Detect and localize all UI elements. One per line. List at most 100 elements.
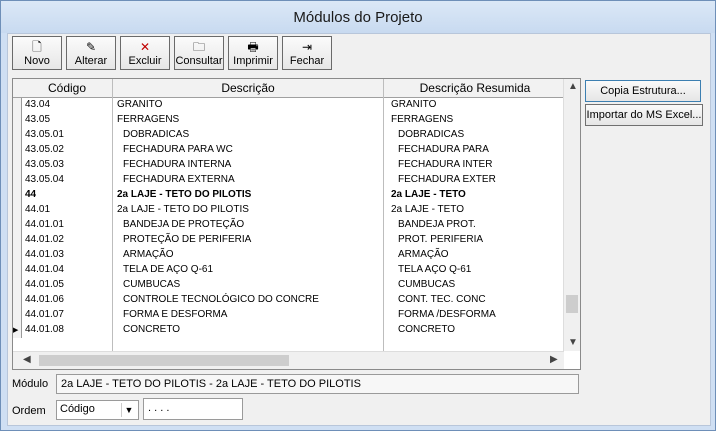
cell-descricao: CONTROLE TECNOLÓGICO DO CONCRE — [123, 294, 319, 305]
cell-descricao: FORMA E DESFORMA — [123, 309, 228, 320]
col-header-descricao-resumida[interactable]: Descrição Resumida — [385, 81, 565, 95]
table-row[interactable]: 44.01.07 FORMA E DESFORMA FORMA /DESFORMA — [13, 308, 564, 323]
col-header-codigo[interactable]: Código — [23, 81, 111, 95]
toolbar-button-label: Excluir — [128, 55, 162, 67]
table-row[interactable]: 44.01.03 ARMAÇÃO ARMAÇÃO — [13, 248, 564, 263]
table-row[interactable]: 44.01.01 BANDEJA DE PROTEÇÃO BANDEJA PROT. — [13, 218, 564, 233]
col-header-descricao[interactable]: Descrição — [113, 81, 383, 95]
consultar-button[interactable]: 🗀 Consultar — [174, 36, 224, 70]
cell-descricao: TELA DE AÇO Q-61 — [123, 264, 214, 275]
import-excel-button[interactable]: Importar do MS Excel... — [585, 104, 703, 126]
row-indicator — [13, 188, 22, 203]
table-row[interactable]: 43.05.01 DOBRADICAS DOBRADICAS — [13, 128, 564, 143]
delete-x-icon: ✕ — [139, 40, 151, 54]
cell-descricao-resumida: FORMA /DESFORMA — [398, 309, 496, 320]
copy-structure-button[interactable]: Copia Estrutura... — [585, 80, 701, 102]
cell-descricao: BANDEJA DE PROTEÇÃO — [123, 219, 245, 230]
horizontal-scroll-thumb[interactable] — [39, 355, 289, 366]
cell-descricao: 2a LAJE - TETO DO PILOTIS — [117, 204, 249, 215]
cell-codigo: 44.01.05 — [25, 279, 64, 290]
cell-descricao-resumida: BANDEJA PROT. — [398, 219, 476, 230]
cell-codigo: 44.01.04 — [25, 264, 64, 275]
novo-button[interactable]: 🗋 Novo — [12, 36, 62, 70]
imprimir-button[interactable]: 🖶 Imprimir — [228, 36, 278, 70]
cell-descricao: PROTEÇÃO DE PERIFERIA — [123, 234, 252, 245]
cell-codigo: 44.01.06 — [25, 294, 64, 305]
client-area: 🗋 Novo ✎ Alterar ✕ Excluir 🗀 Consultar 🖶 Imprimir… — [7, 33, 711, 426]
row-indicator — [13, 308, 22, 323]
scroll-right-icon[interactable]: ▶ — [550, 354, 558, 365]
horizontal-scrollbar[interactable]: ◀ ▶ — [13, 351, 564, 369]
edit-pencil-icon: ✎ — [85, 40, 97, 54]
row-indicator — [13, 233, 22, 248]
search-field[interactable]: . . . . — [143, 398, 243, 420]
row-indicator — [13, 203, 22, 218]
modules-grid[interactable]: Código Descrição Descrição Resumida 43.0… — [12, 78, 581, 370]
cell-descricao-resumida: CONT. TEC. CONC — [398, 294, 486, 305]
table-row[interactable]: 44.01.05 CUMBUCAS CUMBUCAS — [13, 278, 564, 293]
chevron-down-icon[interactable]: ▼ — [121, 403, 136, 417]
table-row[interactable]: 43.04 GRANITO GRANITO — [13, 98, 564, 113]
table-row[interactable]: 44.01.02 PROTEÇÃO DE PERIFERIA PROT. PERIF… — [13, 233, 564, 248]
cell-codigo: 43.05.03 — [25, 159, 64, 170]
cell-descricao: FECHADURA PARA WC — [123, 144, 233, 155]
toolbar-button-label: Consultar — [175, 55, 223, 67]
alterar-button[interactable]: ✎ Alterar — [66, 36, 116, 70]
cell-codigo: 43.05 — [25, 114, 51, 125]
ordem-select[interactable]: Código ▼ — [56, 400, 139, 420]
row-indicator — [13, 173, 22, 188]
table-row[interactable]: 43.05.04 FECHADURA EXTERNA FECHADURA EXTER — [13, 173, 564, 188]
table-row[interactable]: 43.05.03 FECHADURA INTERNA FECHADURA INTER — [13, 158, 564, 173]
cell-codigo: 44.01.07 — [25, 309, 64, 320]
cell-descricao-resumida: CUMBUCAS — [398, 279, 456, 290]
current-row-indicator-icon: ▶ — [13, 323, 22, 338]
cell-descricao-resumida: CONCRETO — [398, 324, 456, 335]
cell-descricao: GRANITO — [117, 99, 163, 110]
window-title: Módulos do Projeto — [293, 9, 423, 26]
cell-descricao-resumida: ARMAÇÃO — [398, 249, 449, 260]
cell-descricao-resumida: PROT. PERIFERIA — [398, 234, 484, 245]
fechar-button[interactable]: ⇥ Fechar — [282, 36, 332, 70]
cell-codigo: 44.01.01 — [25, 219, 64, 230]
cell-descricao: ARMAÇÃO — [123, 249, 174, 260]
table-row[interactable]: 44.01 2a LAJE - TETO DO PILOTIS 2a LAJE - … — [13, 203, 564, 218]
vertical-scroll-thumb[interactable] — [566, 295, 578, 313]
cell-descricao-resumida: DOBRADICAS — [398, 129, 465, 140]
cell-descricao-resumida: 2a LAJE - TETO — [391, 189, 466, 200]
printer-icon: 🖶 — [247, 40, 259, 54]
toolbar-button-label: Imprimir — [233, 55, 273, 67]
cell-descricao: DOBRADICAS — [123, 129, 190, 140]
table-row[interactable]: 44.01.06 CONTROLE TECNOLÓGICO DO CONCRE CO… — [13, 293, 564, 308]
title-bar[interactable]: Módulos do Projeto — [1, 1, 715, 33]
table-row[interactable]: 43.05 FERRAGENS FERRAGENS — [13, 113, 564, 128]
cell-descricao-resumida: 2a LAJE - TETO — [391, 204, 464, 215]
toolbar-button-label: Alterar — [74, 55, 108, 67]
excluir-button[interactable]: ✕ Excluir — [120, 36, 170, 70]
vertical-scrollbar[interactable]: ▲ ▼ — [563, 79, 580, 351]
cell-descricao: CONCRETO — [123, 324, 181, 335]
cell-codigo: 44 — [25, 189, 37, 200]
scroll-left-icon[interactable]: ◀ — [23, 354, 31, 365]
modulo-field[interactable]: 2a LAJE - TETO DO PILOTIS - 2a LAJE - TE… — [56, 374, 579, 394]
ordem-label: Ordem — [12, 405, 46, 417]
cell-descricao-resumida: GRANITO — [391, 99, 437, 110]
row-indicator — [13, 143, 22, 158]
scroll-down-icon[interactable]: ▼ — [568, 337, 578, 348]
cell-codigo: 44.01.08 — [25, 324, 64, 335]
toolbar-button-label: Novo — [24, 55, 50, 67]
table-row[interactable]: 43.05.02 FECHADURA PARA WC FECHADURA PARA — [13, 143, 564, 158]
grid-header: Código Descrição Descrição Resumida — [13, 79, 564, 98]
toolbar-button-label: Fechar — [289, 55, 325, 67]
table-row[interactable]: 44.01.04 TELA DE AÇO Q-61 TELA AÇO Q-61 — [13, 263, 564, 278]
cell-descricao-resumida: FECHADURA EXTER — [398, 174, 496, 185]
row-indicator — [13, 293, 22, 308]
table-row[interactable]: 44 2a LAJE - TETO DO PILOTIS 2a LAJE - TET… — [13, 188, 564, 203]
row-indicator — [13, 98, 22, 113]
cell-descricao-resumida: FECHADURA PARA — [398, 144, 489, 155]
table-row[interactable]: ▶ 44.01.08 CONCRETO CONCRETO — [13, 323, 564, 338]
cell-descricao-resumida: TELA AÇO Q-61 — [398, 264, 472, 275]
scroll-up-icon[interactable]: ▲ — [568, 81, 578, 92]
cell-codigo: 43.05.04 — [25, 174, 64, 185]
row-indicator — [13, 113, 22, 128]
row-indicator — [13, 278, 22, 293]
